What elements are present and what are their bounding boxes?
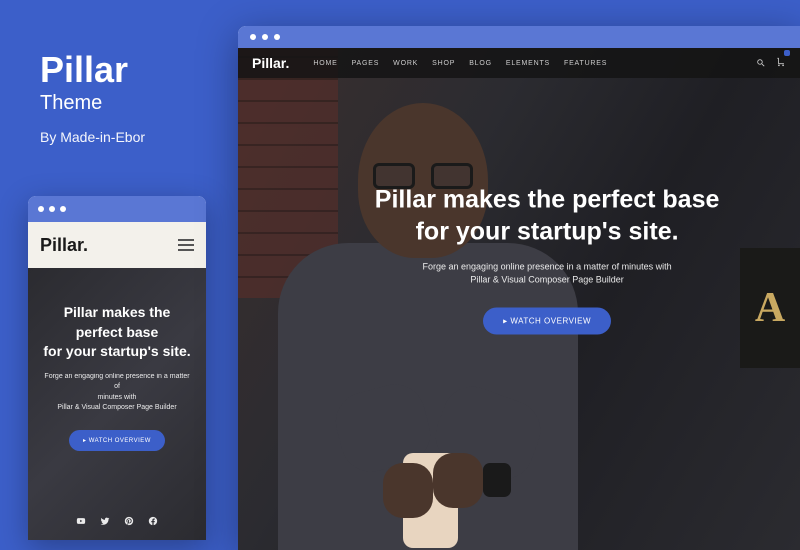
desktop-content: A Pillar. HOME PAGES WORK SHOP BLOG ELEM… — [238, 48, 800, 550]
hero-title-line: for your startup's site. — [43, 343, 190, 359]
cart-badge — [784, 50, 790, 56]
desktop-hero-text: Pillar makes the perfect base for your s… — [337, 183, 757, 334]
mobile-window-chrome — [28, 196, 206, 222]
nav-work[interactable]: WORK — [393, 60, 418, 67]
nav-shop[interactable]: SHOP — [432, 60, 455, 67]
social-row — [28, 516, 206, 526]
hero-title-line: Pillar makes the — [64, 304, 171, 320]
mobile-content: Pillar. Pillar makes the perfect base fo… — [28, 222, 206, 540]
search-icon[interactable] — [756, 58, 766, 68]
facebook-icon[interactable] — [148, 516, 158, 526]
hero-sub-line: Forge an engaging online presence in a m… — [423, 261, 672, 271]
desktop-hero: Pillar makes the perfect base for your s… — [238, 48, 800, 550]
cart-icon[interactable] — [776, 54, 786, 72]
mobile-hero: Pillar makes the perfect base for your s… — [28, 268, 206, 540]
hamburger-icon[interactable] — [178, 239, 194, 251]
nav-features[interactable]: FEATURES — [564, 60, 607, 67]
desktop-preview: A Pillar. HOME PAGES WORK SHOP BLOG ELEM… — [238, 26, 800, 550]
pinterest-icon[interactable] — [124, 516, 134, 526]
nav-blog[interactable]: BLOG — [469, 60, 492, 67]
hero-sub-line: Forge an engaging online presence in a m… — [44, 373, 189, 391]
mobile-logo[interactable]: Pillar. — [40, 235, 88, 256]
desktop-logo[interactable]: Pillar. — [252, 55, 289, 71]
hero-title-line: perfect base — [76, 324, 158, 340]
window-dot — [274, 34, 280, 40]
nav-pages[interactable]: PAGES — [352, 60, 380, 67]
hero-title-line: for your startup's site. — [416, 218, 679, 246]
hero-sub-line: minutes with — [98, 394, 137, 401]
desktop-navbar: Pillar. HOME PAGES WORK SHOP BLOG ELEMEN… — [238, 48, 800, 78]
watch-overview-button[interactable]: ▸ WATCH OVERVIEW — [69, 430, 165, 451]
hero-sub-line: Pillar & Visual Composer Page Builder — [470, 275, 623, 285]
window-dot — [49, 206, 55, 212]
twitter-icon[interactable] — [100, 516, 110, 526]
window-dot — [250, 34, 256, 40]
nav-elements[interactable]: ELEMENTS — [506, 60, 550, 67]
desktop-hero-title: Pillar makes the perfect base for your s… — [337, 183, 757, 248]
mobile-hero-sub: Forge an engaging online presence in a m… — [42, 372, 192, 414]
mobile-preview: Pillar. Pillar makes the perfect base fo… — [28, 196, 206, 540]
nav-home[interactable]: HOME — [313, 60, 337, 67]
window-dot — [262, 34, 268, 40]
window-dot — [60, 206, 66, 212]
mobile-hero-title: Pillar makes the perfect base for your s… — [43, 303, 190, 362]
hero-sub-line: Pillar & Visual Composer Page Builder — [57, 404, 176, 411]
mobile-topbar: Pillar. — [28, 222, 206, 268]
youtube-icon[interactable] — [76, 516, 86, 526]
nav-items: HOME PAGES WORK SHOP BLOG ELEMENTS FEATU… — [313, 60, 607, 67]
desktop-hero-sub: Forge an engaging online presence in a m… — [337, 260, 757, 287]
watch-overview-button[interactable]: ▸ WATCH OVERVIEW — [483, 307, 611, 334]
window-dot — [38, 206, 44, 212]
hero-title-line: Pillar makes the perfect base — [375, 185, 720, 213]
desktop-window-chrome — [238, 26, 800, 48]
nav-icons — [756, 54, 786, 72]
